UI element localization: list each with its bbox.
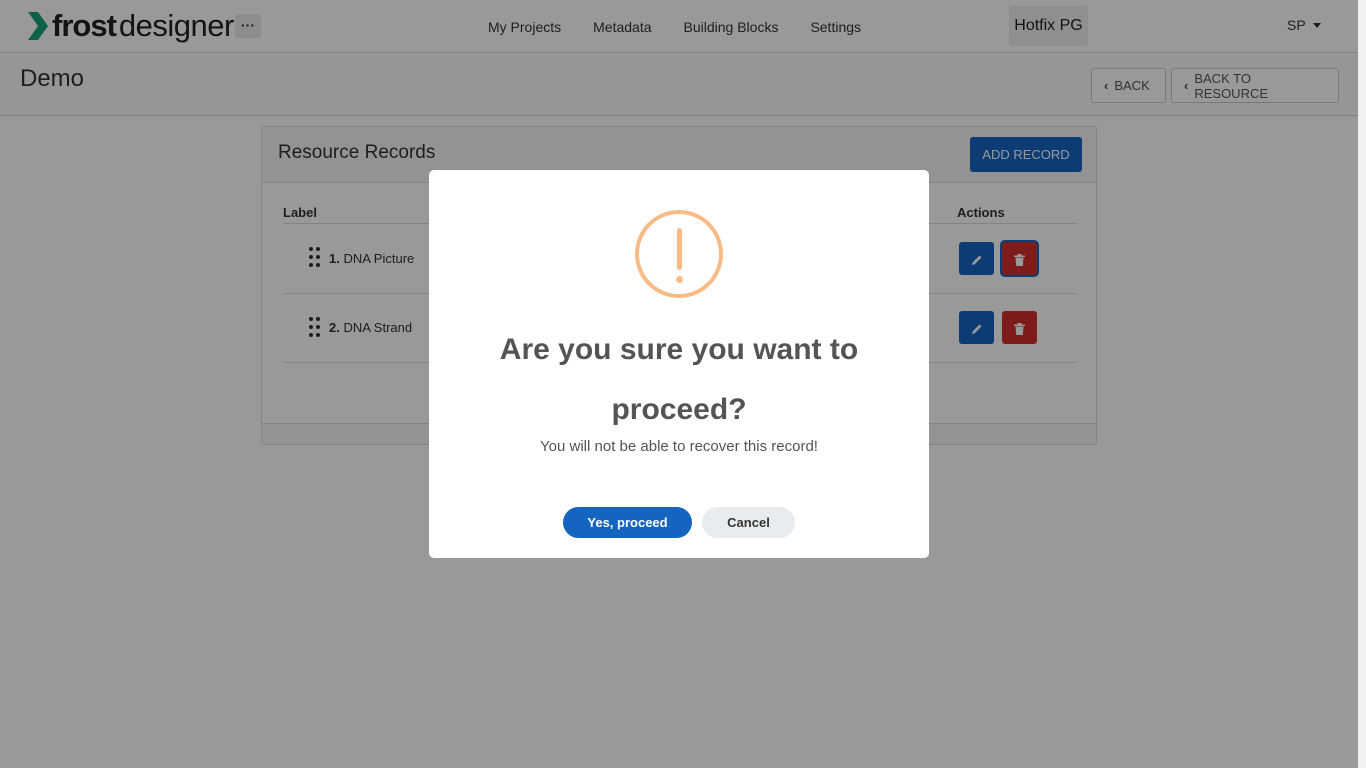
page-scrollbar[interactable]	[1358, 0, 1366, 768]
confirm-dialog: Are you sure you want to proceed? You wi…	[429, 170, 929, 558]
cancel-button[interactable]: Cancel	[702, 507, 795, 538]
exclamation-circle-icon	[635, 210, 723, 298]
confirm-proceed-button[interactable]: Yes, proceed	[563, 507, 692, 538]
dialog-message: You will not be able to recover this rec…	[540, 438, 818, 455]
dialog-title: Are you sure you want to proceed?	[499, 333, 859, 426]
